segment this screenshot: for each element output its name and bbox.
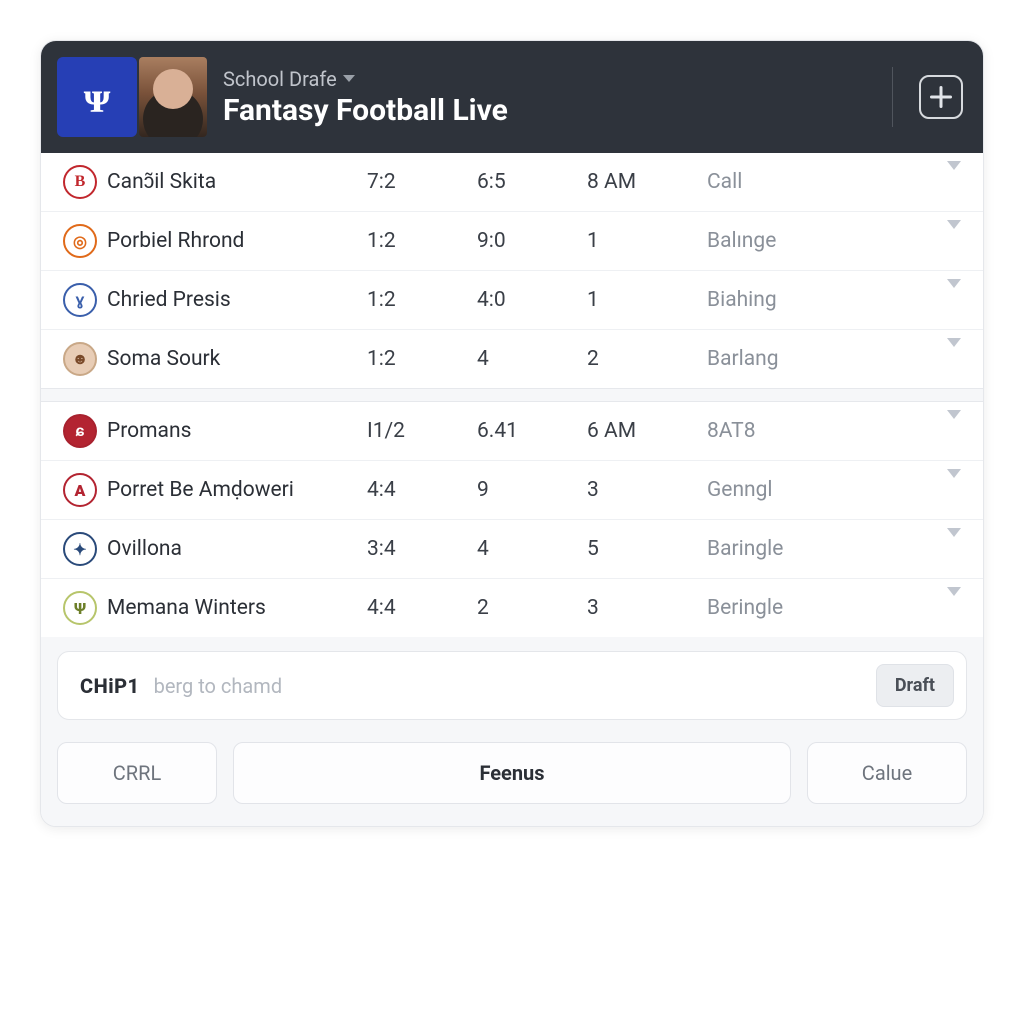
input-prefix: CHiP1 [80, 674, 140, 698]
row-col-4: 6 AM [587, 419, 707, 443]
row-col-2: 1:2 [367, 347, 477, 371]
table-row[interactable]: ☻ Soma Sourk 1:2 4 2 Barlang [41, 330, 983, 388]
row-col-2: 3:4 [367, 537, 477, 561]
row-name: Promans [107, 419, 367, 443]
row-name: Canɔ̃il Skita [107, 170, 367, 194]
team-logo[interactable]: ᴪ [57, 57, 137, 137]
command-input-placeholder: berg to chamd [154, 674, 862, 698]
draft-button[interactable]: Draft [876, 664, 954, 707]
row-status: Beringle [707, 596, 921, 620]
footer-block: CHiP1 berg to chamd Draft CRRL Feenus Ca… [41, 637, 983, 826]
row-col-3: 9 [477, 478, 587, 502]
row-status: Biahing [707, 288, 921, 312]
row-name: Porbiel Rhrond [107, 229, 367, 253]
row-name: Chried Presis [107, 288, 367, 312]
expand-row[interactable] [947, 288, 961, 312]
plus-icon [930, 86, 952, 108]
row-col-3: 2 [477, 596, 587, 620]
footer-button-center[interactable]: Feenus [233, 742, 791, 804]
chevron-down-icon [947, 161, 961, 194]
row-col-3: 9:0 [477, 229, 587, 253]
row-col-4: 1 [587, 288, 707, 312]
expand-row[interactable] [947, 347, 961, 371]
chevron-down-icon [947, 587, 961, 620]
row-col-4: 5 [587, 537, 707, 561]
table-row[interactable]: ◎ Porbiel Rhrond 1:2 9:0 1 Balınge [41, 212, 983, 271]
list-group-2: ɕ Promans I1/2 6.41 6 AM 8AT8 A Porret B… [41, 402, 983, 637]
command-input-row[interactable]: CHiP1 berg to chamd Draft [57, 651, 967, 720]
team-badge: A [63, 473, 97, 507]
footer-button-right[interactable]: Calue [807, 742, 967, 804]
table-row[interactable]: Ѱ Memana Winters 4:4 2 3 Beringle [41, 579, 983, 637]
chevron-down-icon [947, 469, 961, 502]
team-badge: ☻ [63, 342, 97, 376]
row-status: Balınge [707, 229, 921, 253]
team-badge: ✦ [63, 532, 97, 566]
row-name: Memana Winters [107, 596, 367, 620]
row-col-3: 6:5 [477, 170, 587, 194]
add-button[interactable] [919, 75, 963, 119]
table-row[interactable]: ✦ Ovillona 3:4 4 5 Baringle [41, 520, 983, 579]
expand-row[interactable] [947, 229, 961, 253]
footer-buttons: CRRL Feenus Calue [57, 742, 967, 804]
expand-row[interactable] [947, 537, 961, 561]
main-card: ᴪ School Drafe Fantasy Football Live B C… [40, 40, 984, 827]
chevron-down-icon [343, 75, 355, 82]
row-col-4: 3 [587, 596, 707, 620]
row-status: Call [707, 170, 921, 194]
header-title: Fantasy Football Live [223, 93, 876, 128]
row-status: Barlang [707, 347, 921, 371]
expand-row[interactable] [947, 419, 961, 443]
row-status: Genngl [707, 478, 921, 502]
row-col-2: 1:2 [367, 288, 477, 312]
chevron-down-icon [947, 410, 961, 443]
chevron-down-icon [947, 279, 961, 312]
team-badge: ɣ [63, 283, 97, 317]
team-badge: ◎ [63, 224, 97, 258]
footer-button-left[interactable]: CRRL [57, 742, 217, 804]
team-badge: ɕ [63, 414, 97, 448]
row-col-3: 4:0 [477, 288, 587, 312]
header-subtitle: School Drafe [223, 67, 337, 91]
team-logo-letter: ᴪ [84, 72, 110, 123]
chevron-down-icon [947, 338, 961, 371]
row-col-3: 4 [477, 347, 587, 371]
row-col-3: 6.41 [477, 419, 587, 443]
header-subtitle-row[interactable]: School Drafe [223, 67, 876, 91]
list-group-1: B Canɔ̃il Skita 7:2 6:5 8 AM Call ◎ Porb… [41, 153, 983, 388]
row-col-2: I1/2 [367, 419, 477, 443]
row-col-4: 3 [587, 478, 707, 502]
header-logo-group: ᴪ [57, 57, 207, 137]
team-badge: Ѱ [63, 591, 97, 625]
row-name: Ovillona [107, 537, 367, 561]
row-col-4: 8 AM [587, 170, 707, 194]
row-col-2: 1:2 [367, 229, 477, 253]
chevron-down-icon [947, 220, 961, 253]
row-col-2: 4:4 [367, 596, 477, 620]
expand-row[interactable] [947, 478, 961, 502]
expand-row[interactable] [947, 170, 961, 194]
row-col-2: 7:2 [367, 170, 477, 194]
chevron-down-icon [947, 528, 961, 561]
table-row[interactable]: B Canɔ̃il Skita 7:2 6:5 8 AM Call [41, 153, 983, 212]
expand-row[interactable] [947, 596, 961, 620]
header-divider [892, 67, 893, 127]
row-name: Porret Be Amḍoweri [107, 478, 367, 502]
row-col-4: 2 [587, 347, 707, 371]
team-badge: B [63, 165, 97, 199]
row-status: Baringle [707, 537, 921, 561]
header-bar: ᴪ School Drafe Fantasy Football Live [41, 41, 983, 153]
row-status: 8AT8 [707, 419, 921, 443]
table-row[interactable]: ɕ Promans I1/2 6.41 6 AM 8AT8 [41, 402, 983, 461]
row-col-4: 1 [587, 229, 707, 253]
header-titles: School Drafe Fantasy Football Live [223, 67, 876, 128]
table-row[interactable]: ɣ Chried Presis 1:2 4:0 1 Biahing [41, 271, 983, 330]
avatar[interactable] [139, 57, 207, 137]
group-separator [41, 388, 983, 402]
table-row[interactable]: A Porret Be Amḍoweri 4:4 9 3 Genngl [41, 461, 983, 520]
row-col-2: 4:4 [367, 478, 477, 502]
row-col-3: 4 [477, 537, 587, 561]
row-name: Soma Sourk [107, 347, 367, 371]
